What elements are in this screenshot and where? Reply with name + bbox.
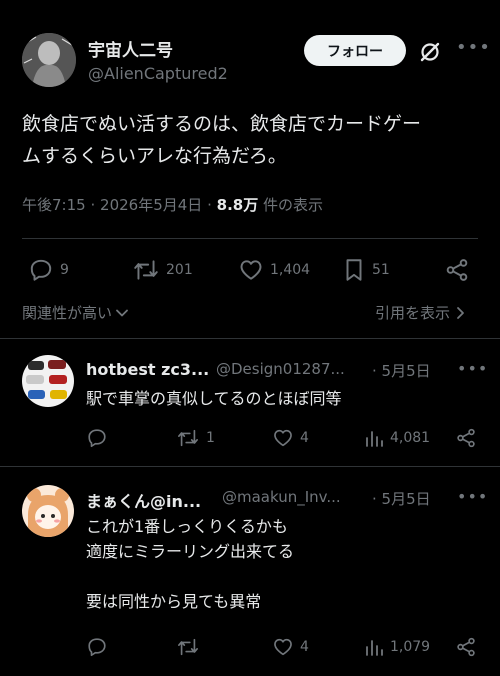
more-options-icon[interactable]: ••• <box>456 37 491 58</box>
share-button[interactable] <box>444 257 470 283</box>
divider <box>0 466 500 467</box>
views-button[interactable]: 1,079 <box>364 636 430 658</box>
author-avatar[interactable] <box>22 33 76 87</box>
tweet-meta: 午後7:15 · 2026年5月4日 · 8.8万 件の表示 <box>22 194 323 215</box>
reply-display-name[interactable]: hotbest zc3... <box>86 360 209 379</box>
reply-count: 9 <box>60 262 69 278</box>
analytics-icon <box>366 431 383 447</box>
reply-text: これが1番しっくりくるかも 適度にミラーリング出来てる 要は同性から見ても異常 <box>86 514 294 614</box>
share-icon <box>446 259 468 281</box>
reply-handle[interactable]: @Design01287... <box>216 360 345 378</box>
repost-count: 201 <box>166 262 193 278</box>
like-count: 1,404 <box>270 262 311 278</box>
like-button[interactable]: 4 <box>272 636 309 658</box>
meta-separator: · <box>90 196 96 214</box>
bookmark-icon <box>346 259 362 281</box>
more-options-icon[interactable]: ••• <box>457 487 488 506</box>
reply-text-line: 適度にミラーリング出来てる <box>86 542 295 561</box>
repost-icon <box>178 429 198 447</box>
heart-icon <box>240 260 262 280</box>
reply-avatar[interactable] <box>22 485 74 537</box>
bookmark-count: 51 <box>372 262 390 278</box>
reply-text-line <box>86 564 294 589</box>
reply-text-line: これが1番しっくりくるかも <box>86 517 288 536</box>
heart-icon <box>274 429 292 447</box>
repost-icon <box>134 260 158 280</box>
divider <box>0 338 500 339</box>
reply-avatar[interactable] <box>22 355 74 407</box>
reply-button[interactable] <box>86 427 108 449</box>
reply-text-line: 駅で車掌の真似してるのとほぼ同等 <box>86 389 342 408</box>
reply-icon <box>30 259 52 281</box>
tweet-text: 飲食店でぬい活するのは、飲食店でカードゲー ムするくらいアレな行為だろ。 <box>22 108 482 172</box>
share-button[interactable] <box>455 636 477 658</box>
repost-button[interactable] <box>176 636 200 658</box>
reply-button[interactable] <box>86 636 108 658</box>
meta-separator: · <box>207 196 212 214</box>
reply-date[interactable]: · 5月5日 <box>372 360 431 381</box>
reply-text: 駅で車掌の真似してるのとほぼ同等 <box>86 386 342 411</box>
chevron-down-icon <box>116 309 128 316</box>
author-handle[interactable]: @AlienCaptured2 <box>88 64 228 83</box>
author-display-name[interactable]: 宇宙人二号 <box>88 36 173 61</box>
reply-button[interactable]: 9 <box>28 257 69 283</box>
like-button[interactable]: 1,404 <box>238 257 310 283</box>
repost-icon <box>178 638 198 656</box>
like-button[interactable]: 4 <box>272 427 309 449</box>
views-count: 8.8万 <box>216 196 259 214</box>
share-icon <box>457 428 475 448</box>
reply-date[interactable]: · 5月5日 <box>372 488 431 509</box>
sort-relevance-dropdown[interactable]: 関連性が高い <box>22 302 129 323</box>
repost-button[interactable]: 1 <box>176 427 215 449</box>
reply-icon <box>88 638 106 657</box>
analytics-icon <box>366 640 383 656</box>
bookmark-button[interactable]: 51 <box>342 257 390 283</box>
sort-label: 関連性が高い <box>22 304 113 322</box>
reply-text-line: 要は同性から見ても異常 <box>86 592 262 611</box>
reply-display-name[interactable]: まぁくん@in... <box>86 488 201 512</box>
tweet-text-line: 飲食店でぬい活するのは、飲食店でカードゲー <box>22 113 422 135</box>
share-button[interactable] <box>455 427 477 449</box>
chevron-right-icon <box>457 306 464 319</box>
reply-handle[interactable]: @maakun_Inv... <box>222 488 341 506</box>
follow-button[interactable]: フォロー <box>304 35 406 66</box>
views-count: 4,081 <box>390 430 431 446</box>
like-count: 4 <box>300 430 309 446</box>
share-icon <box>457 637 475 657</box>
repost-button[interactable]: 201 <box>132 257 193 283</box>
views-button[interactable]: 4,081 <box>364 427 430 449</box>
repost-count: 1 <box>206 430 215 446</box>
reply-icon <box>88 429 106 448</box>
like-count: 4 <box>300 639 309 655</box>
tweet-text-line: ムするくらいアレな行為だろ。 <box>22 145 287 167</box>
views-count: 1,079 <box>390 639 431 655</box>
tweet-date[interactable]: 2026年5月4日 <box>100 196 202 214</box>
tweet-time[interactable]: 午後7:15 <box>22 196 86 214</box>
more-options-icon[interactable]: ••• <box>457 359 488 378</box>
heart-icon <box>274 638 292 656</box>
view-quotes-link[interactable]: 引用を表示 <box>375 302 466 323</box>
views-label: 件の表示 <box>263 196 324 214</box>
view-quotes-label: 引用を表示 <box>375 304 451 322</box>
grok-icon[interactable] <box>418 40 442 64</box>
divider <box>22 238 478 239</box>
